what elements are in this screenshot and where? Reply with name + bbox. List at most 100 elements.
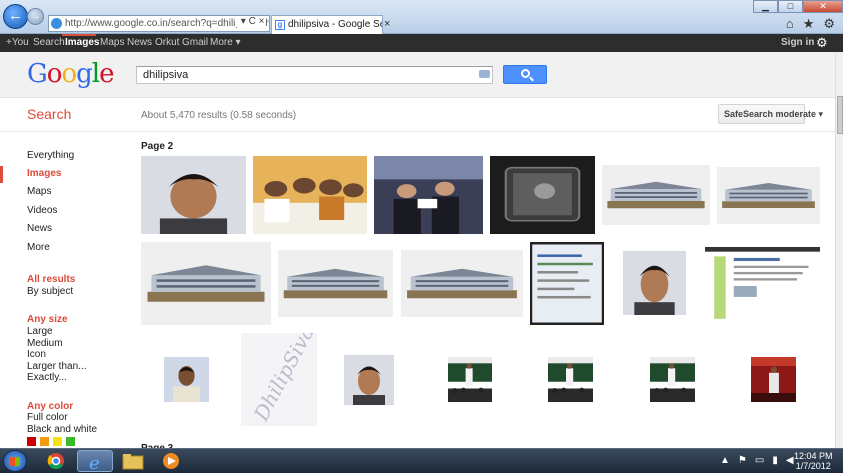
- thumbnail-image: [141, 156, 246, 234]
- image-result-building-model[interactable]: [401, 250, 523, 317]
- gbar-item-maps[interactable]: Maps: [100, 37, 124, 48]
- browser-toolbar: ← → http://www.google.co.in/search?q=dhi…: [0, 0, 843, 34]
- filter-any-size[interactable]: Any size: [27, 314, 68, 325]
- image-result-presentation[interactable]: [650, 357, 695, 402]
- image-result-signature-text[interactable]: DhilipSiva: [241, 333, 317, 426]
- network-icon[interactable]: ▮: [772, 455, 778, 466]
- action-center-flag-icon[interactable]: ⚑: [738, 455, 747, 466]
- internet-explorer-icon: e: [89, 453, 100, 474]
- window-close-button[interactable]: ✕: [803, 0, 843, 13]
- image-result-tablet-device[interactable]: [490, 156, 595, 234]
- size-icon[interactable]: Icon: [27, 349, 46, 360]
- image-result-webpage[interactable]: [705, 247, 820, 325]
- color-full[interactable]: Full color: [27, 412, 68, 423]
- image-result-building-model[interactable]: [141, 242, 271, 325]
- thumbnail-image: [717, 167, 820, 224]
- image-result-passport-photo[interactable]: [164, 357, 209, 402]
- size-large[interactable]: Large: [27, 326, 53, 337]
- minimize-button[interactable]: ▁: [753, 0, 778, 13]
- gbar-item-gmail[interactable]: Gmail: [182, 37, 208, 48]
- gbar-item-news[interactable]: News: [127, 37, 152, 48]
- sidebar-item-maps[interactable]: Maps: [27, 186, 51, 197]
- image-result-portrait-face[interactable]: [623, 251, 686, 315]
- address-refresh-stop-buttons[interactable]: ▾ C ×: [236, 16, 267, 27]
- taskbar-clock[interactable]: 12:04 PM 1/7/2012: [794, 451, 833, 471]
- home-icon[interactable]: ⌂: [786, 16, 794, 32]
- favorites-icon[interactable]: ★: [803, 16, 815, 32]
- thumbnail-image: [448, 357, 492, 402]
- start-button[interactable]: [3, 450, 27, 472]
- taskbar-chrome[interactable]: [38, 450, 74, 472]
- color-black-white[interactable]: Black and white: [27, 424, 97, 435]
- search-button[interactable]: [503, 65, 547, 84]
- tray-arrow-icon[interactable]: ▲: [720, 455, 730, 466]
- tools-gear-icon[interactable]: ⚙: [823, 16, 835, 32]
- sidebar-item-videos[interactable]: Videos: [27, 205, 57, 216]
- image-result-portrait-face[interactable]: [141, 156, 246, 234]
- size-exactly[interactable]: Exactly...: [27, 372, 67, 383]
- scrollbar-thumb[interactable]: [837, 96, 843, 134]
- image-result-building-model[interactable]: [278, 250, 393, 317]
- filter-any-color[interactable]: Any color: [27, 401, 73, 412]
- thumbnail-image: [705, 247, 820, 325]
- filter-all-results[interactable]: All results: [27, 274, 75, 285]
- thumbnail-image: [253, 156, 367, 234]
- image-result-building-model[interactable]: [717, 167, 820, 224]
- back-button[interactable]: ←: [3, 4, 28, 29]
- vertical-scrollbar[interactable]: [835, 52, 843, 448]
- active-indicator: [62, 34, 96, 36]
- search-input[interactable]: dhilipsiva: [136, 66, 493, 84]
- image-result-screen-text[interactable]: [530, 242, 604, 325]
- taskbar-internet-explorer[interactable]: e: [77, 450, 113, 474]
- system-tray: ▲ ⚑ ▭ ▮ ◀: [720, 455, 794, 466]
- sidebar-item-news[interactable]: News: [27, 223, 52, 234]
- color-swatch[interactable]: [40, 437, 49, 446]
- safesearch-dropdown[interactable]: SafeSearch moderate ▾: [718, 104, 823, 124]
- maximize-button[interactable]: □: [778, 0, 803, 13]
- image-result-building-model[interactable]: [602, 165, 710, 225]
- camera-icon[interactable]: [479, 70, 490, 78]
- result-stats: About 5,470 results (0.58 seconds): [141, 110, 297, 121]
- browser-tab[interactable]: g dhilipsiva - Google Search: [271, 15, 383, 34]
- color-swatch[interactable]: [66, 437, 75, 446]
- image-result-presentation[interactable]: [448, 357, 492, 402]
- image-result-presentation[interactable]: [548, 357, 593, 402]
- folder-icon: [122, 454, 144, 470]
- sign-in-link[interactable]: Sign in: [781, 37, 814, 48]
- image-result-portrait-face[interactable]: [344, 355, 394, 405]
- tab-title: dhilipsiva - Google Search: [288, 19, 382, 30]
- sidebar-item-images[interactable]: Images: [27, 168, 61, 179]
- divider: [0, 131, 835, 132]
- forward-button[interactable]: →: [27, 8, 44, 25]
- image-result-event-crowd[interactable]: [374, 156, 483, 234]
- tab-close-button[interactable]: ×: [384, 18, 390, 30]
- google-logo[interactable]: Google: [27, 59, 114, 89]
- sidebar-item-more[interactable]: More: [27, 242, 50, 253]
- gbar-item-more[interactable]: More ▾: [210, 37, 241, 48]
- filter-by-subject[interactable]: By subject: [27, 286, 73, 297]
- media-player-icon: [163, 453, 179, 469]
- volume-icon[interactable]: ◀: [786, 455, 794, 466]
- page-2-label: Page 2: [141, 141, 174, 152]
- color-swatch[interactable]: [27, 437, 36, 446]
- selected-indicator: [0, 166, 3, 183]
- gbar-item-search[interactable]: Search: [33, 37, 65, 48]
- taskbar-media-player[interactable]: [153, 450, 189, 472]
- size-larger-than[interactable]: Larger than...: [27, 361, 86, 372]
- magnifier-icon: [521, 69, 530, 78]
- gbar-item-images[interactable]: Images: [65, 37, 99, 48]
- image-result-group-photo[interactable]: [253, 156, 367, 234]
- size-medium[interactable]: Medium: [27, 338, 63, 349]
- color-swatch[interactable]: [53, 437, 62, 446]
- display-icon[interactable]: ▭: [755, 455, 764, 466]
- thumbnail-image: [490, 156, 595, 234]
- sidebar-item-everything[interactable]: Everything: [27, 150, 74, 161]
- thumbnail-image: [548, 357, 593, 402]
- image-result-presentation-red[interactable]: [751, 357, 796, 402]
- clock-time: 12:04 PM: [794, 451, 833, 461]
- gbar-item-orkut[interactable]: Orkut: [155, 37, 179, 48]
- taskbar-explorer[interactable]: [115, 450, 151, 472]
- settings-gear-icon[interactable]: ⚙: [816, 35, 828, 51]
- gbar-item-plus-you[interactable]: +You: [6, 37, 29, 48]
- thumbnail-image: [650, 357, 695, 402]
